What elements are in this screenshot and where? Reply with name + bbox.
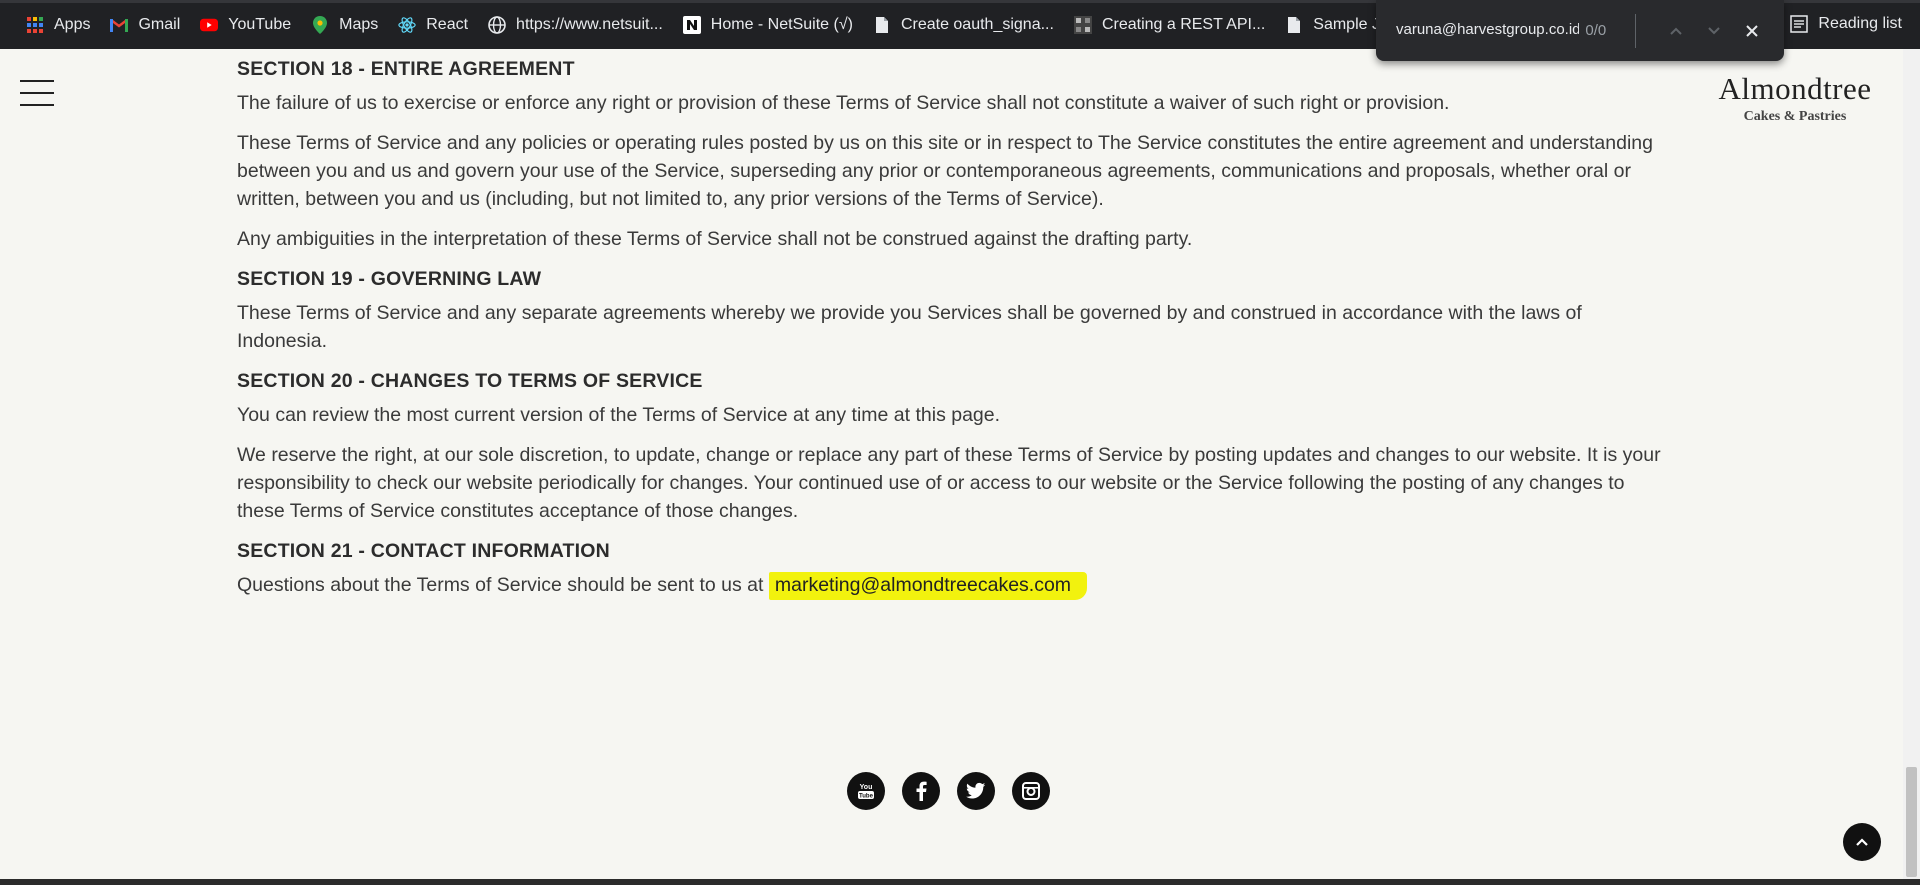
chevron-up-icon — [1670, 27, 1682, 35]
section-18-paragraph-2: These Terms of Service and any policies … — [237, 132, 1653, 210]
contact-email-link[interactable]: marketing@almondtreecakes.com — [768, 572, 1088, 600]
section-18-heading: SECTION 18 - ENTIRE AGREEMENT — [237, 58, 575, 80]
chevron-up-icon — [1856, 838, 1868, 846]
menu-line — [20, 104, 54, 106]
reading-list-button[interactable]: Reading list — [1790, 7, 1902, 41]
facebook-link[interactable] — [902, 772, 940, 810]
document-icon — [873, 16, 891, 34]
section-18-paragraph-1: The failure of us to exercise or enforce… — [237, 92, 1450, 114]
find-query-text: varuna@harvestgroup.co.id — [1396, 21, 1580, 39]
bookmark-gmail[interactable]: Gmail — [102, 8, 188, 42]
gmail-icon — [110, 16, 129, 34]
section-20-paragraph-2: We reserve the right, at our sole discre… — [237, 444, 1661, 522]
chevron-down-icon — [1708, 26, 1720, 34]
section-18-paragraph-3: Any ambiguities in the interpretation of… — [237, 228, 1193, 250]
close-icon — [1746, 24, 1758, 37]
bookmark-react[interactable]: React — [390, 8, 476, 42]
instagram-icon — [1022, 782, 1040, 800]
logo-tagline: Cakes & Pastries — [1743, 109, 1847, 124]
taskbar-edge — [0, 879, 1920, 885]
twitter-link[interactable] — [957, 772, 995, 810]
bookmark-label: Home - NetSuite (√) — [710, 15, 853, 33]
bookmark-netsuite-home[interactable]: Home - NetSuite (√) — [675, 8, 861, 42]
section-21-paragraph: Questions about the Terms of Service sho… — [237, 571, 1667, 600]
netsuite-icon — [682, 15, 701, 34]
scrollbar-thumb[interactable] — [1906, 767, 1917, 877]
bookmark-label: https://www.netsuit... — [516, 15, 663, 33]
find-previous-button[interactable] — [1660, 15, 1692, 47]
twitter-icon — [966, 782, 986, 799]
document-icon — [1285, 16, 1303, 34]
logo-wordmark: Almondtree — [1718, 71, 1872, 106]
contact-prefix-text: Questions about the Terms of Service sho… — [237, 574, 764, 596]
menu-line — [20, 80, 54, 82]
react-icon — [398, 16, 416, 34]
reading-list-icon — [1790, 15, 1809, 33]
find-divider — [1635, 13, 1637, 48]
find-match-count: 0/0 — [1585, 22, 1607, 39]
site-logo[interactable]: Almondtree Cakes & Pastries — [1700, 72, 1890, 126]
section-20-heading: SECTION 20 - CHANGES TO TERMS OF SERVICE — [237, 370, 703, 392]
bookmark-label: YouTube — [228, 15, 292, 33]
apps-grid-icon — [26, 16, 44, 34]
section-20-paragraph-1: You can review the most current version … — [237, 404, 1001, 426]
menu-line — [20, 92, 54, 94]
bookmark-youtube[interactable]: YouTube — [192, 8, 299, 42]
bookmark-apps[interactable]: Apps — [18, 8, 98, 42]
hamburger-menu-button[interactable] — [20, 80, 54, 106]
bookmark-netsuite-url[interactable]: https://www.netsuit... — [480, 8, 671, 42]
bookmark-label: Creating a REST API... — [1101, 15, 1266, 33]
section-19-heading: SECTION 19 - GOVERNING LAW — [237, 268, 542, 290]
facebook-icon — [916, 781, 927, 801]
bookmark-label: Apps — [54, 15, 91, 33]
bookmark-label: Gmail — [138, 15, 181, 33]
bookmark-label: Maps — [339, 15, 379, 33]
svg-text:Tube: Tube — [859, 794, 874, 800]
section-19-paragraph-1: These Terms of Service and any separate … — [237, 302, 1582, 352]
maps-pin-icon — [311, 15, 329, 34]
reading-list-label: Reading list — [1818, 15, 1902, 32]
site-icon — [1073, 15, 1092, 34]
section-21-heading: SECTION 21 - CONTACT INFORMATION — [237, 540, 610, 562]
youtube-icon: You Tube — [858, 784, 874, 800]
globe-icon — [488, 15, 506, 34]
find-close-button[interactable] — [1736, 15, 1768, 47]
youtube-icon — [200, 16, 219, 34]
page-scrollbar[interactable] — [1903, 49, 1920, 881]
bookmark-rest-api[interactable]: Creating a REST API... — [1066, 8, 1273, 42]
back-to-top-button[interactable] — [1843, 823, 1881, 861]
instagram-link[interactable] — [1012, 772, 1050, 810]
bookmark-oauth[interactable]: Create oauth_signa... — [865, 8, 1062, 42]
find-input[interactable]: varuna@harvestgroup.co.id — [1396, 21, 1579, 39]
terms-content: SECTION 18 - ENTIRE AGREEMENT The failur… — [237, 49, 1667, 611]
youtube-link[interactable]: You Tube — [847, 772, 885, 810]
bookmark-label: Create oauth_signa... — [900, 15, 1054, 33]
bookmark-label: React — [426, 15, 469, 33]
svg-text:You: You — [860, 784, 873, 791]
find-next-button[interactable] — [1698, 15, 1730, 47]
bookmark-maps[interactable]: Maps — [303, 8, 386, 42]
social-links: You Tube — [847, 772, 1067, 810]
